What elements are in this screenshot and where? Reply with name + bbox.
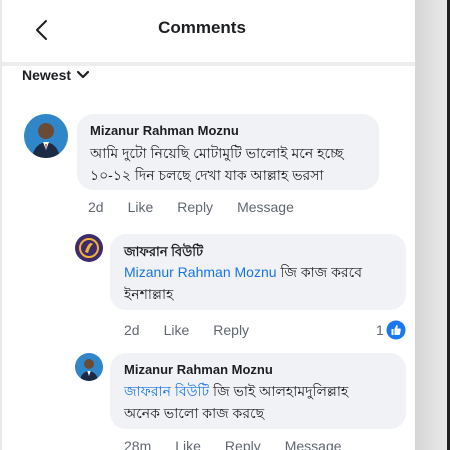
comment-bubble: জাফরান বিউটি Mizanur Rahman Moznu জি কাজ… xyxy=(110,234,406,310)
comment-author[interactable]: Mizanur Rahman Moznu xyxy=(124,362,273,377)
sort-dropdown[interactable]: Newest xyxy=(22,67,90,83)
reaction-number: 1 xyxy=(376,322,384,338)
message-button[interactable]: Message xyxy=(285,438,342,450)
comment-line: ১০-১২ দিন চলছে দেখা যাক আল্লাহ ভরসা xyxy=(90,167,324,183)
background-edge xyxy=(415,0,450,450)
comment-bubble: Mizanur Rahman Moznu আমি দুটো নিয়েছি মো… xyxy=(77,114,379,190)
comment-text: আমি দুটো নিয়েছি মোটামুটি ভালোই মনে হচ্ছ… xyxy=(90,142,343,186)
mention-link[interactable]: Mizanur Rahman Moznu xyxy=(124,264,277,280)
avatar[interactable] xyxy=(24,114,68,158)
comment-actions: 2d Like Reply xyxy=(124,322,273,338)
comment-line: জি কাজ করবে xyxy=(276,264,363,280)
comment-text: Mizanur Rahman Moznu জি কাজ করবে ইনশাল্ল… xyxy=(124,261,362,305)
chevron-down-icon xyxy=(77,70,90,79)
reply-button[interactable]: Reply xyxy=(225,438,261,450)
comment-text: জাফরান বিউটি জি ভাই আলহামদুলিল্লাহ অনেক … xyxy=(124,380,348,424)
message-button[interactable]: Message xyxy=(237,199,294,215)
like-button[interactable]: Like xyxy=(175,438,201,450)
comment-time: 2d xyxy=(124,322,140,338)
comments-screen: Comments Newest Mizanur Rahman Moznu আমি… xyxy=(2,0,415,450)
avatar[interactable] xyxy=(75,234,103,262)
comment-line: জি ভাই আলহামদুলিল্লাহ xyxy=(209,383,349,399)
comment-line: অনেক ভালো কাজ করছে xyxy=(124,405,265,421)
page-title: Comments xyxy=(158,18,246,37)
comment-line: ইনশাল্লাহ xyxy=(124,286,174,302)
comment-bubble: Mizanur Rahman Moznu জাফরান বিউটি জি ভাই… xyxy=(110,353,406,429)
avatar[interactable] xyxy=(75,353,103,381)
like-button[interactable]: Like xyxy=(164,322,190,338)
comment-time: 28m xyxy=(124,438,152,450)
comment-actions: 2d Like Reply Message xyxy=(88,199,318,215)
header: Comments xyxy=(2,0,415,62)
reply-button[interactable]: Reply xyxy=(213,322,249,338)
divider xyxy=(2,62,415,66)
mention-link[interactable]: জাফরান বিউটি xyxy=(124,383,209,399)
comment-line: আমি দুটো নিয়েছি মোটামুটি ভালোই মনে হচ্ছ… xyxy=(90,145,344,161)
comment-actions: 28m Like Reply Message xyxy=(124,438,366,450)
like-button[interactable]: Like xyxy=(128,199,154,215)
reaction-count[interactable]: 1 xyxy=(376,320,406,340)
reply-button[interactable]: Reply xyxy=(177,199,213,215)
comment-author[interactable]: Mizanur Rahman Moznu xyxy=(90,123,239,138)
comment-time: 2d xyxy=(88,199,104,215)
like-reaction-icon xyxy=(386,320,406,340)
sort-label: Newest xyxy=(22,67,72,83)
